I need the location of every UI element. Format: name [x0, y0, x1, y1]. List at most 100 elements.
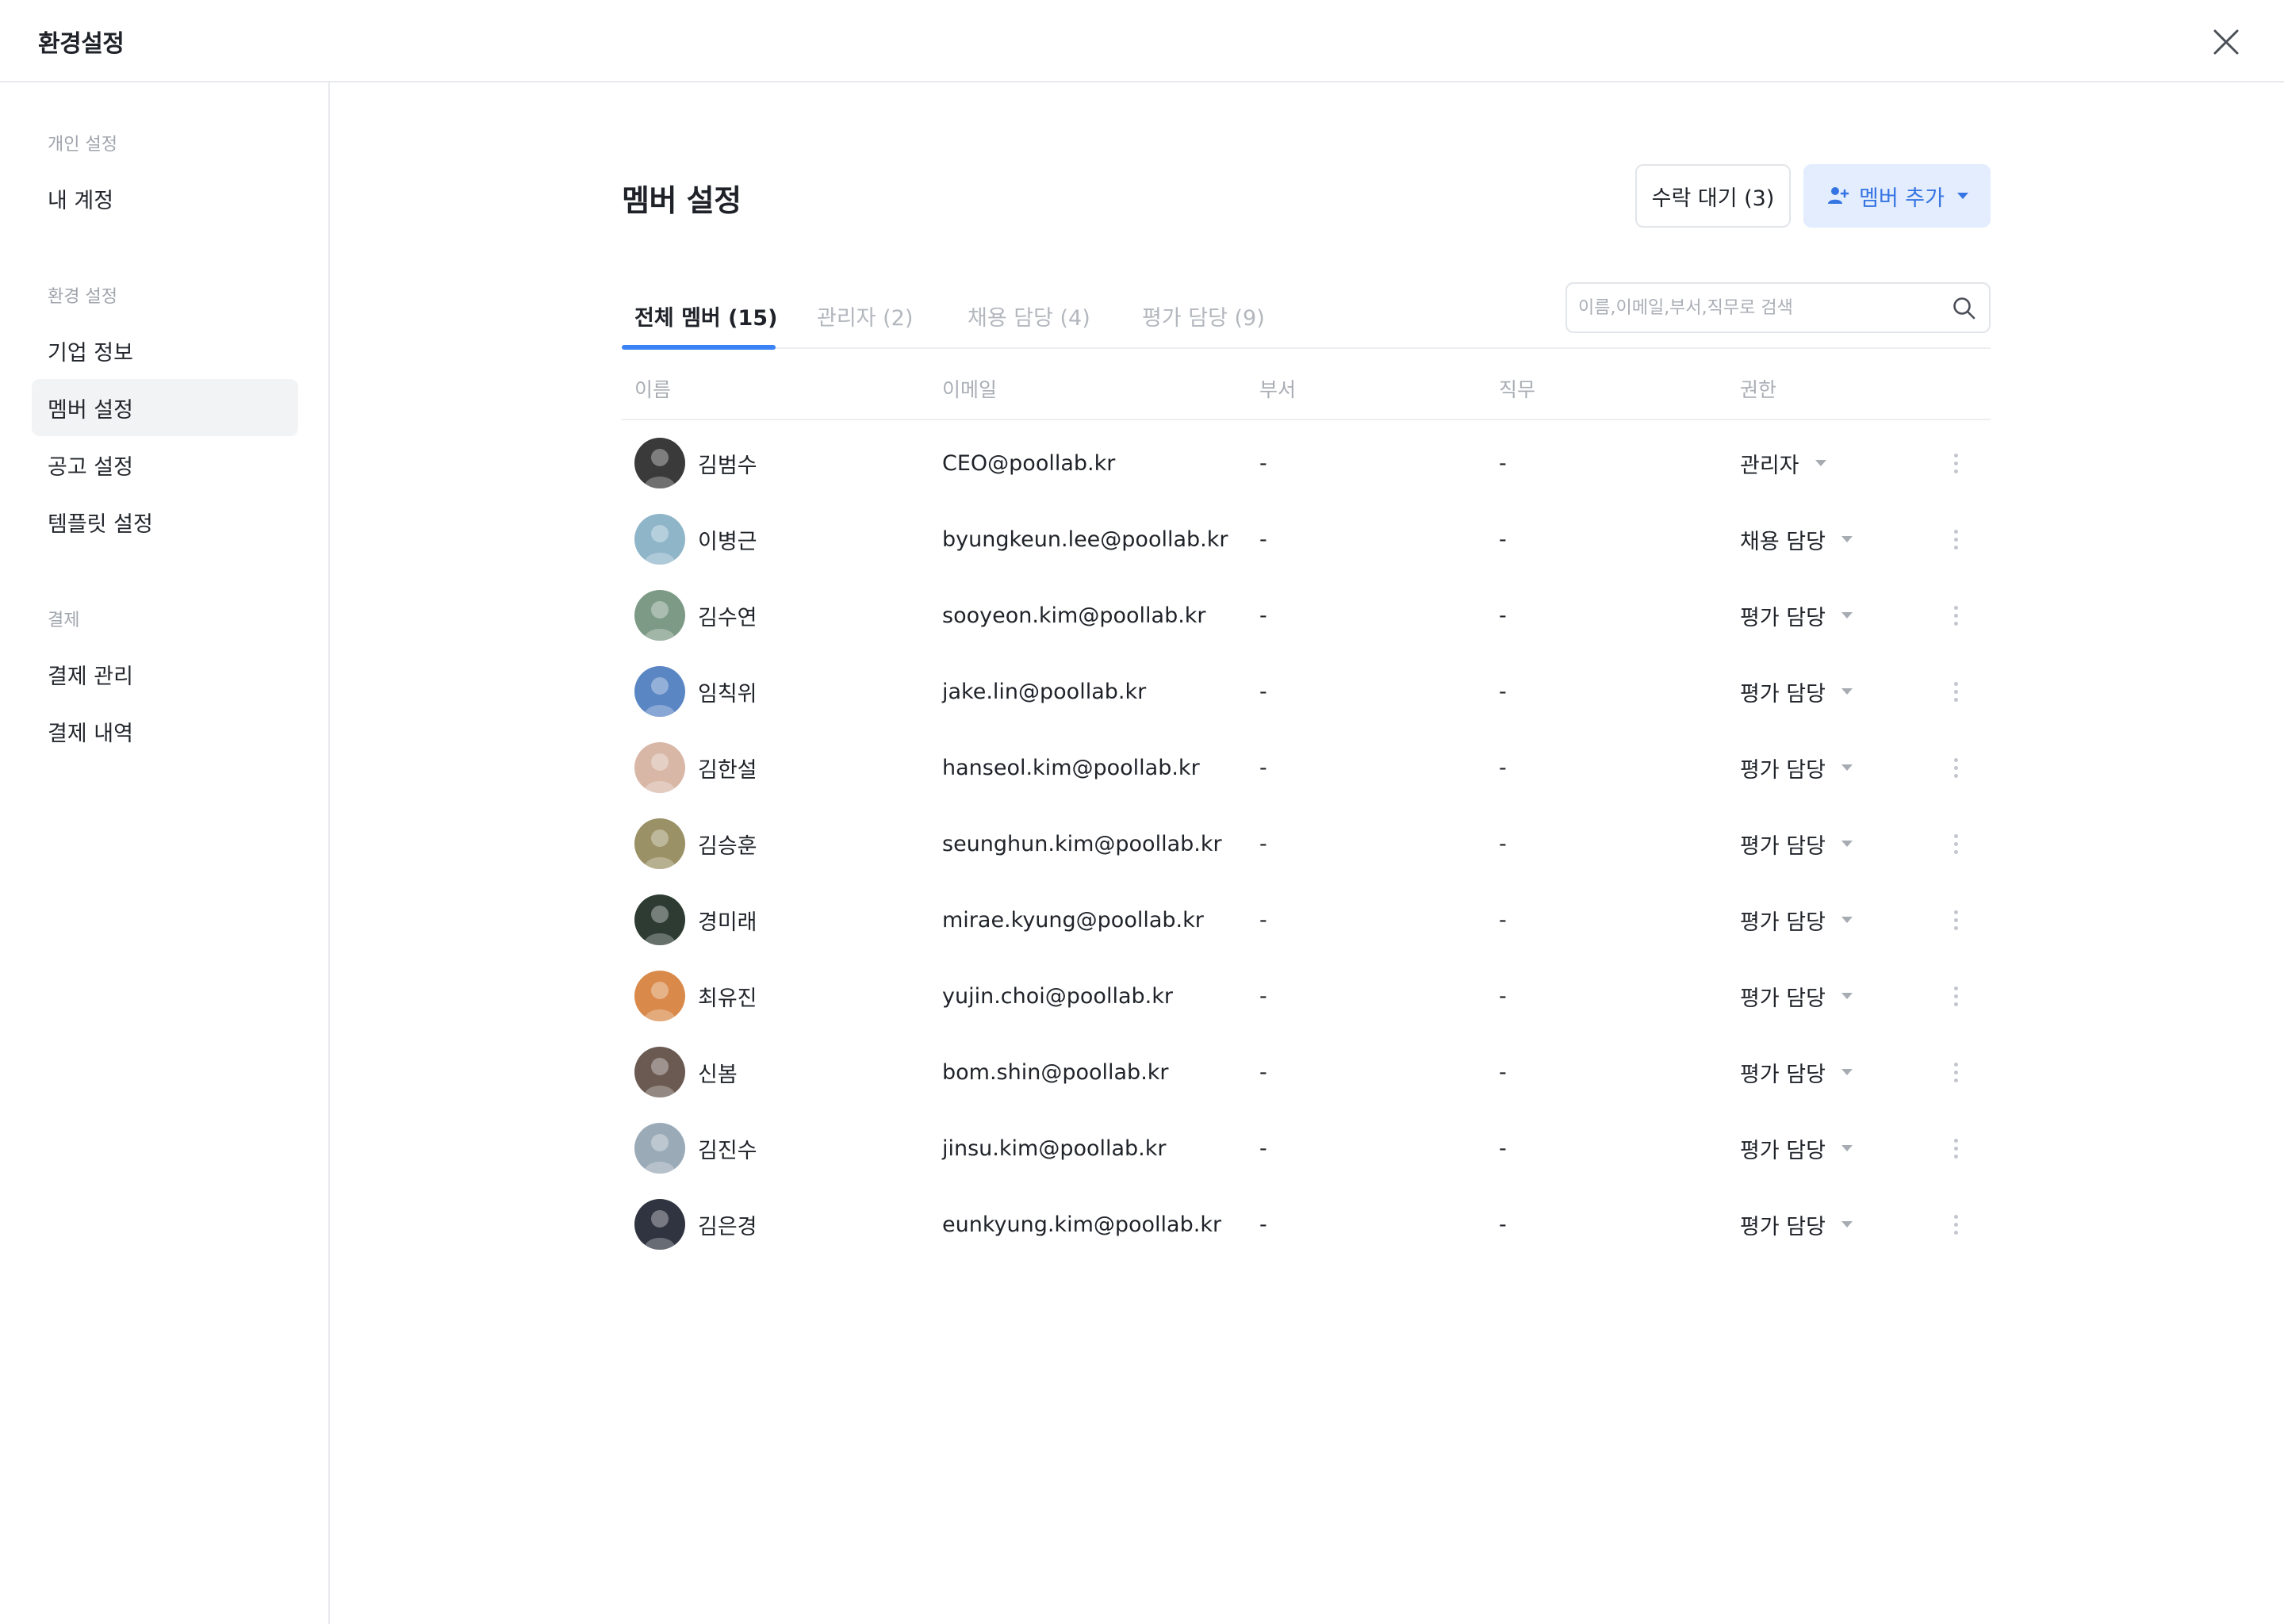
search-input[interactable]: [1578, 292, 1927, 324]
more-vertical-icon[interactable]: [1941, 829, 1970, 858]
more-vertical-icon[interactable]: [1941, 525, 1970, 553]
role-label: 평가 담당: [1740, 910, 1826, 935]
role-select[interactable]: 평가 담당: [1740, 730, 1853, 806]
sidebar-item-template-settings[interactable]: 템플릿 설정: [32, 493, 298, 550]
sidebar-group-label: 환경 설정: [48, 287, 117, 307]
table-row[interactable]: 김승훈 seunghun.kim@poollab.kr - - 평가 담당: [622, 806, 1991, 882]
tab-all-members[interactable]: 전체 멤버 (15): [634, 282, 777, 349]
more-vertical-icon[interactable]: [1941, 449, 1970, 477]
member-email: seunghun.kim@poollab.kr: [942, 831, 1222, 856]
table-row[interactable]: 최유진 yujin.choi@poollab.kr - - 평가 담당: [622, 958, 1991, 1034]
column-header-department: 부서: [1259, 378, 1297, 401]
role-label: 평가 담당: [1740, 605, 1826, 630]
sidebar-group-label: 결제: [48, 611, 80, 630]
avatar: [634, 438, 685, 488]
member-name: 김한설: [698, 757, 757, 783]
table-row[interactable]: 이병근 byungkeun.lee@poollab.kr - - 채용 담당: [622, 501, 1991, 577]
role-label: 평가 담당: [1740, 833, 1826, 859]
member-department: -: [1259, 983, 1267, 1009]
sidebar-group-label: 개인 설정: [48, 135, 117, 155]
more-vertical-icon[interactable]: [1941, 1134, 1970, 1162]
add-member-button[interactable]: 멤버 추가: [1803, 164, 1991, 228]
close-button[interactable]: [2208, 24, 2244, 60]
table-row[interactable]: 신봄 bom.shin@poollab.kr - - 평가 담당: [622, 1034, 1991, 1110]
table-row[interactable]: 경미래 mirae.kyung@poollab.kr - - 평가 담당: [622, 882, 1991, 958]
tab-admins[interactable]: 관리자 (2): [817, 282, 913, 349]
avatar: [634, 514, 685, 565]
member-job: -: [1499, 907, 1507, 933]
tab-evaluators[interactable]: 평가 담당 (9): [1142, 282, 1265, 349]
member-table-header: 이름 이메일 부서 직무 권한: [622, 357, 1991, 420]
role-select[interactable]: 평가 담당: [1740, 958, 1853, 1034]
role-select[interactable]: 평가 담당: [1740, 1186, 1853, 1262]
member-email: byungkeun.lee@poollab.kr: [942, 527, 1228, 552]
avatar: [634, 1123, 685, 1174]
page-title: 멤버 설정: [622, 183, 742, 218]
chevron-down-icon: [1815, 460, 1826, 466]
sidebar-item-member-settings[interactable]: 멤버 설정: [32, 379, 298, 436]
member-email: CEO@poollab.kr: [942, 450, 1116, 476]
role-select[interactable]: 평가 담당: [1740, 577, 1853, 653]
role-select[interactable]: 평가 담당: [1740, 882, 1853, 958]
member-department: -: [1259, 527, 1267, 552]
avatar: [634, 1199, 685, 1250]
member-name: 김은경: [698, 1214, 757, 1239]
search-icon[interactable]: [1951, 295, 1978, 322]
member-job: -: [1499, 679, 1507, 704]
role-label: 평가 담당: [1740, 1214, 1826, 1239]
sidebar-item-job-posting-settings[interactable]: 공고 설정: [32, 436, 298, 493]
member-name: 임칙위: [698, 681, 757, 707]
tab-recruiters[interactable]: 채용 담당 (4): [968, 282, 1090, 349]
member-email: jinsu.kim@poollab.kr: [942, 1136, 1167, 1161]
sidebar-item-my-account[interactable]: 내 계정: [32, 170, 298, 227]
chevron-down-icon: [1841, 688, 1853, 695]
role-select[interactable]: 관리자: [1740, 425, 1826, 501]
chevron-down-icon: [1841, 1145, 1853, 1151]
table-row[interactable]: 김은경 eunkyung.kim@poollab.kr - - 평가 담당: [622, 1186, 1991, 1262]
more-vertical-icon[interactable]: [1941, 906, 1970, 934]
member-department: -: [1259, 831, 1267, 856]
table-row[interactable]: 김진수 jinsu.kim@poollab.kr - - 평가 담당: [622, 1110, 1991, 1186]
sidebar-item-company-info[interactable]: 기업 정보: [32, 322, 298, 379]
sidebar-item-payment-history[interactable]: 결제 내역: [32, 703, 298, 760]
member-job: -: [1499, 603, 1507, 628]
member-email: hanseol.kim@poollab.kr: [942, 755, 1200, 780]
chevron-down-icon: [1841, 1069, 1853, 1075]
member-job: -: [1499, 983, 1507, 1009]
more-vertical-icon[interactable]: [1941, 677, 1970, 706]
member-name: 김범수: [698, 453, 757, 478]
table-row[interactable]: 김한설 hanseol.kim@poollab.kr - - 평가 담당: [622, 730, 1991, 806]
pending-invites-button[interactable]: 수락 대기 (3): [1635, 164, 1791, 228]
more-vertical-icon[interactable]: [1941, 1058, 1970, 1086]
role-select[interactable]: 채용 담당: [1740, 501, 1853, 577]
table-row[interactable]: 김수연 sooyeon.kim@poollab.kr - - 평가 담당: [622, 577, 1991, 653]
close-icon: [2213, 29, 2239, 55]
member-department: -: [1259, 755, 1267, 780]
more-vertical-icon[interactable]: [1941, 1210, 1970, 1239]
avatar: [634, 818, 685, 869]
chevron-down-icon: [1841, 1221, 1853, 1228]
sidebar-item-payment-management[interactable]: 결제 관리: [32, 645, 298, 703]
member-department: -: [1259, 679, 1267, 704]
column-header-job: 직무: [1499, 378, 1536, 401]
more-vertical-icon[interactable]: [1941, 601, 1970, 630]
role-select[interactable]: 평가 담당: [1740, 653, 1853, 730]
role-select[interactable]: 평가 담당: [1740, 1110, 1853, 1186]
role-label: 평가 담당: [1740, 1138, 1826, 1163]
table-row[interactable]: 임칙위 jake.lin@poollab.kr - - 평가 담당: [622, 653, 1991, 730]
member-search: [1565, 282, 1991, 333]
table-row[interactable]: 김범수 CEO@poollab.kr - - 관리자: [622, 425, 1991, 501]
avatar: [634, 666, 685, 717]
member-department: -: [1259, 1136, 1267, 1161]
active-tab-indicator: [622, 345, 776, 350]
avatar: [634, 590, 685, 641]
chevron-down-icon: [1841, 841, 1853, 847]
more-vertical-icon[interactable]: [1941, 982, 1970, 1010]
more-vertical-icon[interactable]: [1941, 753, 1970, 782]
member-name: 최유진: [698, 986, 757, 1011]
avatar: [634, 894, 685, 945]
role-select[interactable]: 평가 담당: [1740, 806, 1853, 882]
role-select[interactable]: 평가 담당: [1740, 1034, 1853, 1110]
member-email: yujin.choi@poollab.kr: [942, 983, 1173, 1009]
member-name: 경미래: [698, 910, 757, 935]
